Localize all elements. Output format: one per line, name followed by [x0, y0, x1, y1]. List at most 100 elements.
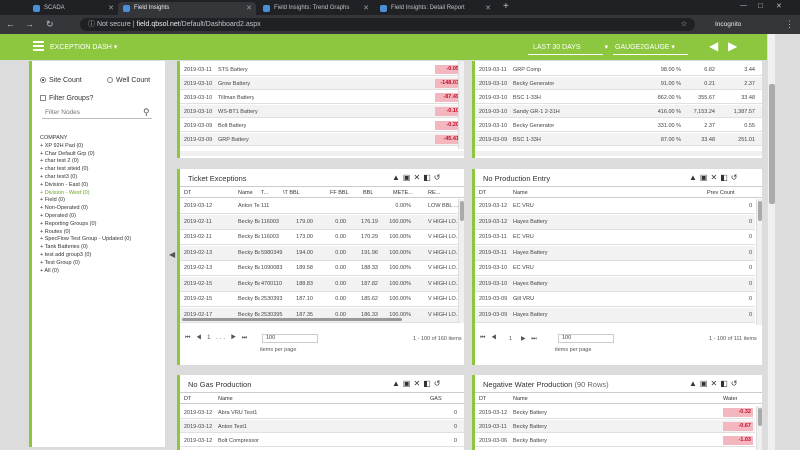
page-scrollbar[interactable]: [767, 34, 775, 450]
table-row[interactable]: 2019-03-09 Gill VRU 0: [475, 292, 755, 307]
column-header[interactable]: DT: [184, 190, 191, 196]
column-header[interactable]: Name: [513, 190, 528, 196]
table-row[interactable]: 2019-03-09 GRP Battery -45.41: [180, 133, 464, 146]
dashboard-menu[interactable]: EXCEPTION DASH ▾: [50, 43, 117, 51]
url-field[interactable]: ⓘ Not secure | field.qbsol.net/Default/D…: [80, 18, 695, 31]
table-row[interactable]: 2019-03-11 STS Battery -0.05: [180, 63, 464, 76]
tree-node[interactable]: + Routes (0): [40, 229, 70, 235]
close-window-button[interactable]: ✕: [776, 2, 782, 10]
current-page[interactable]: 1: [509, 336, 512, 342]
export-icon[interactable]: ▣: [700, 173, 711, 182]
table-row[interactable]: 2019-03-11 Hayes Battery 0: [475, 245, 755, 261]
table-row[interactable]: 2019-03-12 Becky Battery -0.32: [475, 406, 755, 419]
date-range-select[interactable]: LAST 30 DAYS ▾: [533, 43, 608, 51]
filter-groups-checkbox[interactable]: Filter Groups?: [40, 95, 93, 102]
column-header[interactable]: Name: [238, 190, 253, 196]
tree-node[interactable]: + char test siteid (0): [40, 166, 88, 172]
pagination-controls[interactable]: ⏮ ◀ 1 ... ▶ ⏭: [185, 335, 249, 342]
maximize-button[interactable]: □: [758, 1, 763, 10]
horizontal-scrollbar[interactable]: [180, 151, 464, 156]
column-header[interactable]: DT: [184, 396, 191, 402]
table-row[interactable]: 2019-02-13Becky Battery5980349194.000.00…: [180, 245, 460, 261]
close-icon[interactable]: ✕: [413, 379, 423, 388]
table-row[interactable]: 2019-02-13Becky Battery1090083189.580.00…: [180, 261, 460, 276]
tree-node[interactable]: + Division - West (0): [40, 190, 90, 196]
panel-scrollbar[interactable]: [756, 406, 762, 450]
table-row[interactable]: 2019-03-10 Becky Generator 91.00 % 0.21 2.37: [475, 77, 762, 90]
column-header[interactable]: Name: [513, 396, 528, 402]
tab-close-icon[interactable]: ✕: [108, 2, 114, 15]
collapse-icon[interactable]: ▲: [689, 379, 700, 388]
well-count-radio[interactable]: Well Count: [107, 77, 150, 84]
tree-node[interactable]: + test add group3 (0): [40, 252, 91, 258]
tab-scada[interactable]: SCADA ✕: [28, 2, 118, 15]
column-header[interactable]: Name: [218, 396, 233, 402]
pagination-controls[interactable]: ▶ ⏭: [521, 335, 539, 343]
search-icon[interactable]: ⚲: [143, 107, 150, 118]
close-icon[interactable]: ✕: [413, 173, 423, 182]
horizontal-scrollbar[interactable]: [180, 317, 458, 322]
export-icon[interactable]: ▣: [403, 173, 414, 182]
tab-close-icon[interactable]: ✕: [246, 2, 252, 15]
panel-scrollbar[interactable]: [458, 61, 464, 149]
pagination-controls[interactable]: ⏮ ◀: [480, 335, 498, 342]
refresh-icon[interactable]: ↺: [731, 379, 741, 388]
table-row[interactable]: 2019-03-10 EC VRU 0: [475, 261, 755, 276]
columns-icon[interactable]: ◧: [423, 379, 434, 388]
refresh-icon[interactable]: ↺: [434, 379, 444, 388]
back-arrow-icon[interactable]: ←: [6, 18, 15, 30]
column-header[interactable]: FF BBL: [330, 190, 349, 196]
tab-detail-report[interactable]: Field Insights: Detail Report ✕: [375, 2, 495, 15]
tab-close-icon[interactable]: ✕: [485, 2, 491, 15]
table-row[interactable]: 2019-03-10 BSC 1-33H 862.00 % 355.67 33.48: [475, 91, 762, 104]
close-icon[interactable]: ✕: [710, 379, 720, 388]
collapse-icon[interactable]: ▲: [392, 173, 403, 182]
table-row[interactable]: 2019-03-12 Anton Test1111 0.00% LOW BBL ...: [180, 199, 458, 214]
table-row[interactable]: 2019-02-15Becky Battery4700110188.830.00…: [180, 276, 460, 292]
per-page-select[interactable]: 100: [262, 334, 318, 343]
menu-dots-icon[interactable]: ⋮: [785, 18, 794, 30]
columns-icon[interactable]: ◧: [423, 173, 434, 182]
panel-scrollbar[interactable]: [458, 199, 464, 323]
tree-node[interactable]: + char test3 (0): [40, 174, 77, 180]
table-row[interactable]: 2019-03-10 WS-BT1 Battery -0.10: [180, 105, 464, 118]
columns-icon[interactable]: ◧: [720, 173, 731, 182]
table-row[interactable]: 2019-03-06 Becky Battery -1.03: [475, 434, 755, 447]
tab-field-insights[interactable]: Field Insights ✕: [118, 2, 256, 15]
column-header[interactable]: DT: [479, 190, 486, 196]
tree-node[interactable]: + Test Group (0): [40, 260, 80, 266]
tab-trend-graphs[interactable]: Field Insights: Trend Graphs ✕: [258, 2, 373, 15]
collapse-icon[interactable]: ▲: [392, 379, 403, 388]
table-row[interactable]: 2019-03-12 EC VRU 0: [475, 199, 755, 214]
table-row[interactable]: 2019-02-11Becky Battery116003173.000.001…: [180, 230, 460, 245]
panel-scrollbar[interactable]: [756, 199, 762, 325]
table-row[interactable]: 2019-03-12 Abra VRU Test1 0: [180, 406, 464, 419]
table-row[interactable]: 2019-03-09 Bolt Battery -0.20: [180, 119, 464, 132]
table-row[interactable]: 2019-03-09 BSC 1-33H 87.00 % 33.48 251.01: [475, 133, 762, 146]
tree-node[interactable]: + XP 92H Pad (0): [40, 143, 83, 149]
tree-node[interactable]: + Reporting Groups (0): [40, 221, 96, 227]
forward-arrow-icon[interactable]: →: [25, 18, 34, 30]
table-row[interactable]: 2019-03-09 Hayes Battery 0: [475, 307, 755, 323]
incognito-indicator[interactable]: Incognito: [715, 18, 741, 31]
close-icon[interactable]: ✕: [710, 173, 720, 182]
tree-node[interactable]: + Char Default Grp (0): [40, 151, 95, 157]
table-row[interactable]: 2019-03-12 Anton Test1 0: [180, 420, 464, 433]
column-header[interactable]: Prev Count: [707, 190, 735, 196]
export-icon[interactable]: ▣: [403, 379, 414, 388]
column-header[interactable]: METE...: [393, 190, 413, 196]
next-arrow-icon[interactable]: ▶: [728, 39, 737, 53]
table-row[interactable]: 2019-02-11Becky Battery116003179.000.001…: [180, 214, 460, 230]
column-header[interactable]: BBL: [363, 190, 373, 196]
tree-node[interactable]: + Division - East (0): [40, 182, 88, 188]
collapse-panel-icon[interactable]: ◀: [169, 250, 175, 259]
gauge-select[interactable]: GAUGE2GAUGE ▾: [615, 43, 675, 51]
minimize-button[interactable]: —: [740, 2, 747, 9]
tab-close-icon[interactable]: ✕: [363, 2, 369, 15]
filter-nodes-input[interactable]: [42, 107, 152, 119]
refresh-icon[interactable]: ↺: [731, 173, 741, 182]
column-header[interactable]: GAS: [430, 396, 442, 402]
refresh-icon[interactable]: ↺: [434, 173, 444, 182]
column-header[interactable]: \T BBL: [283, 190, 300, 196]
tree-node[interactable]: + Non-Operated (0): [40, 205, 88, 211]
